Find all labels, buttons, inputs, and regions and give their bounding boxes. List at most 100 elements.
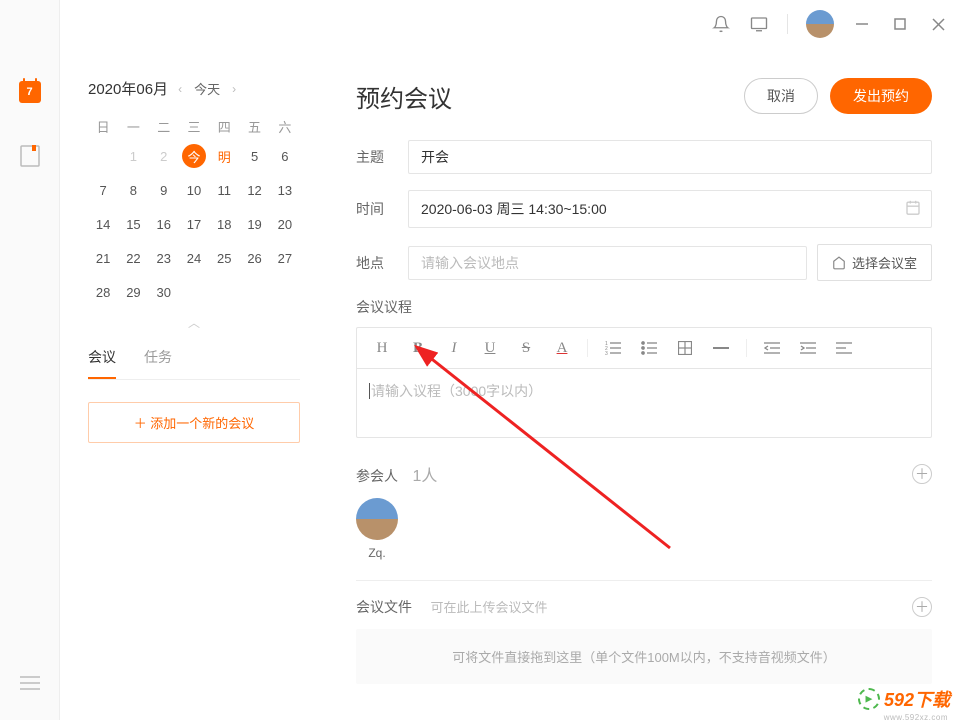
day-cell[interactable] xyxy=(270,280,300,304)
day-cell[interactable]: 6 xyxy=(270,144,300,168)
day-cell[interactable]: 14 xyxy=(88,212,118,236)
day-cell[interactable]: 26 xyxy=(239,246,269,270)
tool-bold[interactable]: B xyxy=(403,334,433,362)
add-attendee-button[interactable]: ＋ xyxy=(912,464,932,484)
subject-input[interactable] xyxy=(408,140,932,174)
day-cell[interactable]: 20 xyxy=(270,212,300,236)
day-cell[interactable]: 17 xyxy=(179,212,209,236)
time-row: 时间 2020-06-03 周三 14:30~15:00 xyxy=(356,190,932,228)
minimize-icon[interactable] xyxy=(852,14,872,34)
tool-heading[interactable]: H xyxy=(367,334,397,362)
day-cell[interactable]: 28 xyxy=(88,280,118,304)
month-label: 2020年06月 xyxy=(88,78,168,99)
cast-icon[interactable] xyxy=(749,14,769,34)
day-cell[interactable]: 27 xyxy=(270,246,300,270)
tool-ul-icon[interactable] xyxy=(634,334,664,362)
day-cell[interactable]: 11 xyxy=(209,178,239,202)
tool-italic[interactable]: I xyxy=(439,334,469,362)
day-cell[interactable]: 25 xyxy=(209,246,239,270)
day-cell[interactable]: 21 xyxy=(88,246,118,270)
mini-calendar: 日 一 二 三 四 五 六 1 2 今 明 5 6 7 8 9 10 11 12… xyxy=(88,117,300,304)
day-cell[interactable]: 7 xyxy=(88,178,118,202)
watermark-url: www.592xz.com xyxy=(884,713,948,722)
weekday: 四 xyxy=(209,117,239,136)
bell-icon[interactable] xyxy=(711,14,731,34)
tool-table-icon[interactable] xyxy=(670,334,700,362)
file-dropzone[interactable]: 可将文件直接拖到这里（单个文件100M以内，不支持音视频文件） xyxy=(356,629,932,684)
subject-label: 主题 xyxy=(356,147,408,167)
subject-row: 主题 xyxy=(356,140,932,174)
attendee-label: 参会人 xyxy=(356,468,398,484)
day-cell[interactable] xyxy=(88,144,118,168)
day-cell[interactable]: 30 xyxy=(149,280,179,304)
close-icon[interactable] xyxy=(928,14,948,34)
day-cell[interactable]: 5 xyxy=(239,144,269,168)
day-cell[interactable]: 15 xyxy=(118,212,148,236)
tool-color[interactable]: A xyxy=(547,334,577,362)
tool-ol-icon[interactable]: 123 xyxy=(598,334,628,362)
prev-month-button[interactable]: ‹ xyxy=(174,80,186,98)
day-cell[interactable]: 12 xyxy=(239,178,269,202)
day-cell-today[interactable]: 今 xyxy=(179,144,209,168)
maximize-icon[interactable] xyxy=(890,14,910,34)
add-file-button[interactable]: ＋ xyxy=(912,597,932,617)
today-button[interactable]: 今天 xyxy=(192,79,222,98)
agenda-label: 会议议程 xyxy=(356,297,932,317)
day-cell[interactable]: 19 xyxy=(239,212,269,236)
files-header: 会议文件 可在此上传会议文件 ＋ xyxy=(356,597,932,617)
rail-menu-icon[interactable] xyxy=(0,676,59,690)
rail-calendar-icon[interactable]: 7 xyxy=(18,80,42,104)
day-cell[interactable]: 8 xyxy=(118,178,148,202)
tool-align-icon[interactable] xyxy=(829,334,859,362)
cancel-button[interactable]: 取消 xyxy=(744,78,818,114)
day-cell[interactable]: 29 xyxy=(118,280,148,304)
weekday-header: 日 一 二 三 四 五 六 xyxy=(88,117,300,136)
select-room-button[interactable]: 选择会议室 xyxy=(817,244,932,281)
side-tabs: 会议 任务 xyxy=(88,347,300,380)
day-cell[interactable] xyxy=(179,280,209,304)
day-cell[interactable]: 24 xyxy=(179,246,209,270)
day-cell[interactable]: 2 xyxy=(149,144,179,168)
calendar-day-icon: 7 xyxy=(19,81,41,103)
attendee-count: 1人 xyxy=(412,468,437,485)
tool-indent-icon[interactable] xyxy=(793,334,823,362)
tool-hr-icon[interactable] xyxy=(706,334,736,362)
add-meeting-button[interactable]: ＋ 添加一个新的会议 xyxy=(88,402,300,443)
user-avatar[interactable] xyxy=(806,10,834,38)
next-month-button[interactable]: › xyxy=(228,80,240,98)
page-title: 预约会议 xyxy=(356,79,452,114)
calendar-icon xyxy=(905,200,921,219)
day-cell[interactable]: 16 xyxy=(149,212,179,236)
tool-strike[interactable]: S xyxy=(511,334,541,362)
day-cell[interactable]: 1 xyxy=(118,144,148,168)
tab-meeting[interactable]: 会议 xyxy=(88,347,116,379)
day-cell[interactable] xyxy=(209,280,239,304)
tool-underline[interactable]: U xyxy=(475,334,505,362)
day-cell[interactable]: 22 xyxy=(118,246,148,270)
day-cell[interactable]: 10 xyxy=(179,178,209,202)
day-cell[interactable]: 13 xyxy=(270,178,300,202)
day-cell[interactable]: 23 xyxy=(149,246,179,270)
tool-outdent-icon[interactable] xyxy=(757,334,787,362)
select-room-label: 选择会议室 xyxy=(852,253,917,272)
editor-toolbar: H B I U S A 123 xyxy=(356,327,932,368)
svg-text:3: 3 xyxy=(605,351,608,355)
location-input[interactable] xyxy=(408,246,807,280)
agenda-editor[interactable]: 请输入议程（3000字以内） xyxy=(356,368,932,438)
rail-notes-icon[interactable] xyxy=(18,144,42,168)
location-label: 地点 xyxy=(356,253,408,273)
attendee-item[interactable]: Zq. xyxy=(356,498,398,560)
toolbar-separator xyxy=(746,339,747,357)
home-icon xyxy=(832,256,846,270)
day-cell[interactable]: 18 xyxy=(209,212,239,236)
time-input[interactable]: 2020-06-03 周三 14:30~15:00 xyxy=(408,190,932,228)
day-cell[interactable] xyxy=(239,280,269,304)
calendar-days: 1 2 今 明 5 6 7 8 9 10 11 12 13 14 15 16 1… xyxy=(88,144,300,304)
day-cell-tomorrow[interactable]: 明 xyxy=(209,144,239,168)
section-divider xyxy=(356,580,932,581)
tab-task[interactable]: 任务 xyxy=(144,347,172,379)
day-cell[interactable]: 9 xyxy=(149,178,179,202)
submit-button[interactable]: 发出预约 xyxy=(830,78,932,114)
calendar-collapse-icon[interactable]: ︿ xyxy=(88,314,300,331)
titlebar-separator xyxy=(787,14,788,34)
